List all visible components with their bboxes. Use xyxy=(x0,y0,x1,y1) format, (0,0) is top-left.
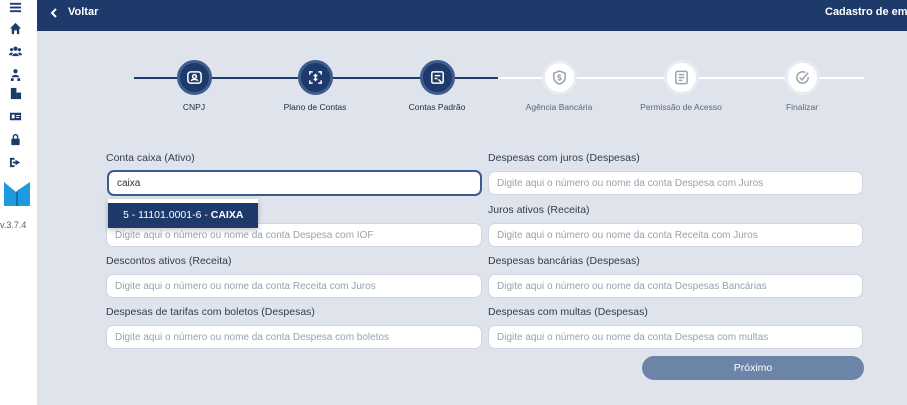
step-label: CNPJ xyxy=(182,102,206,112)
despesas-juros-label: Despesas com juros (Despesas) xyxy=(488,152,640,164)
top-bar: Voltar Cadastro de empre xyxy=(37,0,907,31)
step-label: Contas Padrão xyxy=(408,102,466,112)
home-icon[interactable] xyxy=(8,21,22,35)
conta-caixa-label: Conta caixa (Ativo) xyxy=(106,152,195,164)
version-label: v.3.7.4 xyxy=(0,220,27,230)
autocomplete-dropdown: 5 - 11101.0001-6 - CAIXA xyxy=(108,199,258,228)
step-agencia-bancaria: Agência Bancária xyxy=(509,60,609,112)
step-finalizar: Finalizar xyxy=(752,60,852,112)
juros-ativos-input[interactable] xyxy=(488,223,863,247)
conta-caixa-input[interactable] xyxy=(107,170,482,196)
juros-ativos-label: Juros ativos (Receita) xyxy=(488,204,590,216)
step-label: Permissão de Acesso xyxy=(640,102,722,112)
step-permissao-de-acesso: Permissão de Acesso xyxy=(631,60,731,112)
next-button[interactable]: Próximo xyxy=(642,356,864,380)
despesas-multas-label: Despesas com multas (Despesas) xyxy=(488,306,648,318)
access-list-icon xyxy=(663,60,699,95)
check-circle-icon xyxy=(784,60,820,95)
step-contas-padrao: Contas Padrão xyxy=(387,60,487,112)
despesas-juros-input[interactable] xyxy=(488,171,863,195)
step-label: Agência Bancária xyxy=(525,102,593,112)
despesas-bancarias-label: Despesas bancárias (Despesas) xyxy=(488,255,640,267)
back-button[interactable]: Voltar xyxy=(68,6,98,18)
sidebar: v.3.7.4 xyxy=(0,0,37,405)
id-card-icon[interactable] xyxy=(8,109,22,123)
despesas-bancarias-input[interactable] xyxy=(488,274,863,298)
step-label: Finalizar xyxy=(785,102,819,112)
menu-icon[interactable] xyxy=(8,0,22,14)
step-plano-de-contas: Plano de Contas xyxy=(265,60,365,112)
autocomplete-option[interactable]: 5 - 11101.0001-6 - CAIXA xyxy=(108,203,258,228)
despesas-tarifas-label: Despesas de tarifas com boletos (Despesa… xyxy=(106,306,315,318)
id-badge-icon xyxy=(176,60,212,95)
bank-shield-icon xyxy=(541,60,577,95)
descontos-ativos-input[interactable] xyxy=(106,274,482,298)
step-label: Plano de Contas xyxy=(283,102,347,112)
option-name: CAIXA xyxy=(210,209,244,221)
logout-icon[interactable] xyxy=(8,155,22,169)
accounts-icon xyxy=(419,60,455,95)
chevron-left-icon[interactable] xyxy=(48,6,60,18)
app-logo xyxy=(4,182,30,206)
user-tree-icon[interactable] xyxy=(8,67,22,81)
option-code: 5 - 11101.0001-6 - xyxy=(123,209,211,221)
page-title: Cadastro de empre xyxy=(825,6,907,18)
users-group-icon[interactable] xyxy=(8,44,22,58)
despesas-multas-input[interactable] xyxy=(488,325,863,349)
descontos-ativos-label: Descontos ativos (Receita) xyxy=(106,255,232,267)
lock-icon[interactable] xyxy=(8,132,22,146)
building-user-icon[interactable] xyxy=(8,86,22,100)
step-cnpj: CNPJ xyxy=(144,60,244,112)
despesas-tarifas-input[interactable] xyxy=(106,325,482,349)
plan-icon xyxy=(297,60,333,95)
progress-stepper: CNPJ Plano de Contas Contas Padrão Agênc… xyxy=(134,60,864,120)
